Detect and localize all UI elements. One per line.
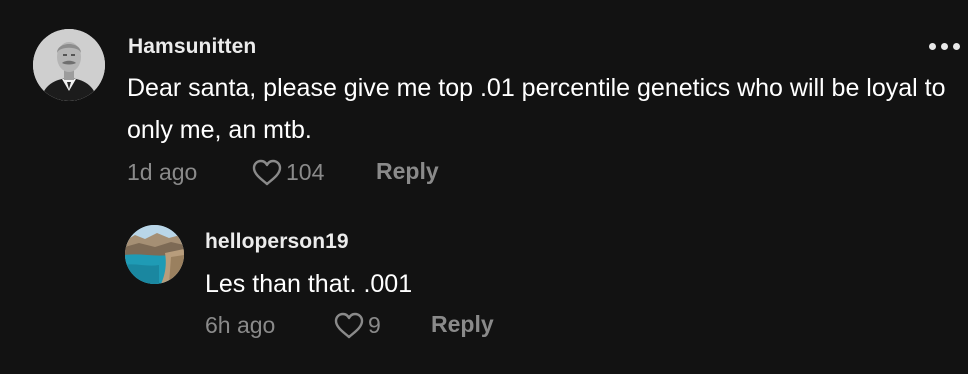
reply-username[interactable]: helloperson19 bbox=[205, 230, 349, 254]
more-dot bbox=[953, 43, 960, 50]
more-dot bbox=[929, 43, 936, 50]
reply-timestamp: 6h ago bbox=[205, 312, 276, 338]
heart-icon bbox=[334, 312, 364, 339]
more-options-icon[interactable] bbox=[929, 41, 960, 52]
comment-timestamp: 1d ago bbox=[127, 159, 198, 185]
comment-like-button[interactable]: 104 bbox=[252, 159, 324, 186]
avatar-hamsunitten[interactable] bbox=[33, 29, 105, 101]
reply-reply-button[interactable]: Reply bbox=[431, 311, 494, 338]
heart-icon bbox=[252, 159, 282, 186]
comment-reply-button[interactable]: Reply bbox=[376, 158, 439, 185]
reply-text: Les than that. .001 bbox=[205, 270, 413, 298]
comment-text: Dear santa, please give me top .01 perce… bbox=[127, 74, 946, 144]
comment-username[interactable]: Hamsunitten bbox=[128, 35, 256, 59]
avatar-helloperson19[interactable] bbox=[125, 225, 184, 284]
comment-like-count: 104 bbox=[286, 159, 325, 185]
avatar-portrait-image bbox=[33, 29, 105, 101]
more-dot bbox=[941, 43, 948, 50]
reply-like-count: 9 bbox=[368, 312, 381, 338]
avatar-landscape-image bbox=[125, 225, 184, 284]
reply-like-button[interactable]: 9 bbox=[334, 312, 381, 339]
